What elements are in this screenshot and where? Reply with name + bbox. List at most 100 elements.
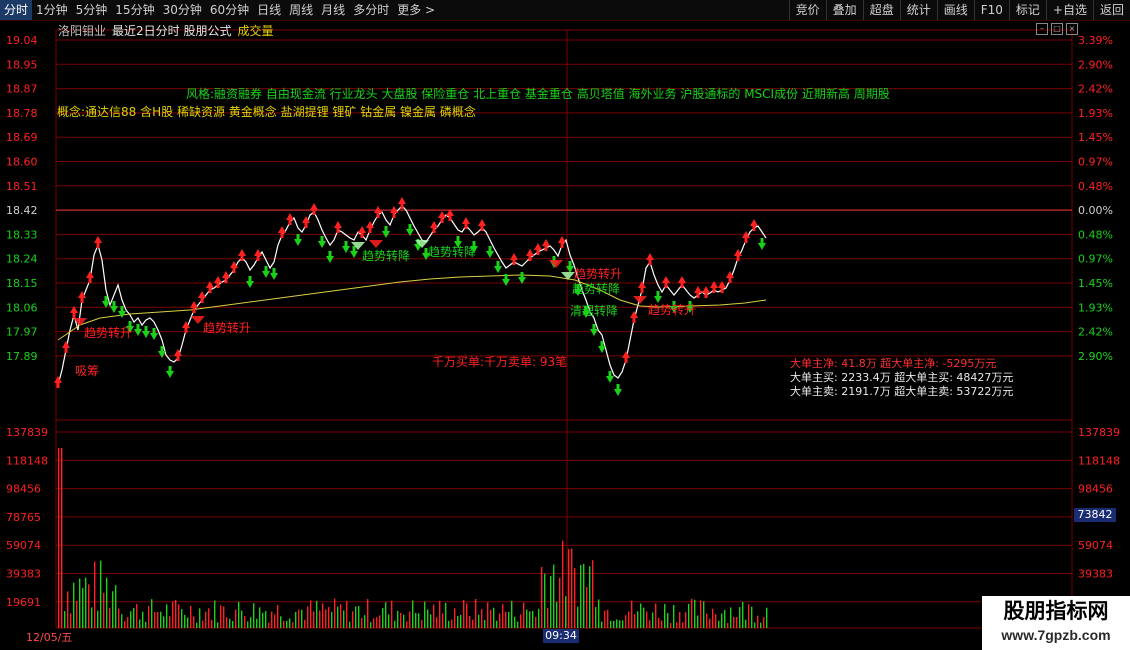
volume-bar (523, 602, 525, 628)
volume-bar (499, 613, 501, 628)
volume-tick-label: 19691 (6, 596, 41, 609)
maximize-icon[interactable]: □ (1051, 23, 1063, 35)
volume-bar (601, 621, 603, 628)
volume-bar (724, 610, 726, 628)
volume-bar (430, 614, 432, 628)
volume-bar (472, 619, 474, 628)
price-tick-label: 17.97 (6, 326, 38, 339)
volume-bar (127, 617, 129, 628)
concept-tags: 概念:通达信88 含H股 稀缺资源 黄金概念 盐湖提锂 锂矿 钴金属 镍金属 磷… (57, 105, 476, 119)
volume-tick-label-right: 98456 (1078, 483, 1113, 496)
volume-bar (424, 601, 426, 628)
volume-bar (124, 621, 126, 628)
volume-bar (205, 611, 207, 628)
volume-bar (382, 608, 384, 628)
up-arrow-icon (54, 376, 62, 388)
volume-bar (463, 599, 465, 628)
volume-bar (157, 612, 159, 628)
volume-bar (757, 615, 759, 628)
volume-bar (487, 602, 489, 628)
volume-bar (160, 611, 162, 628)
volume-bar (208, 608, 210, 628)
up-arrow-icon (374, 206, 382, 218)
volume-bar (754, 622, 756, 628)
volume-bar (103, 592, 105, 628)
volume-bar (97, 610, 99, 628)
price-tick-label: 18.33 (6, 228, 38, 241)
volume-bar (331, 611, 333, 628)
volume-tick-label: 78765 (6, 511, 41, 524)
volume-bar (175, 599, 177, 628)
down-arrow-icon (166, 366, 174, 378)
volume-bar (733, 616, 735, 628)
volume-bar (748, 604, 750, 628)
volume-bar (718, 620, 720, 628)
volume-bar (394, 620, 396, 628)
volume-bar (64, 611, 66, 628)
volume-bar (106, 577, 108, 628)
volume-bar (277, 605, 279, 628)
volume-bar (313, 611, 315, 628)
volume-bar (238, 601, 240, 628)
up-arrow-icon (462, 217, 470, 229)
volume-bar (685, 612, 687, 628)
volume-bar (568, 549, 570, 628)
volume-label[interactable]: 成交量 (237, 22, 273, 39)
big-order-sell: 大单主卖: 2191.7万 超大单主卖: 53722万元 (790, 385, 1014, 398)
volume-bar (232, 620, 234, 628)
volume-bar (259, 607, 261, 628)
volume-bar (271, 611, 273, 628)
volume-bar (223, 606, 225, 628)
up-arrow-icon (558, 236, 566, 248)
down-arrow-icon (758, 238, 766, 250)
volume-bar (364, 615, 366, 628)
volume-bar (322, 603, 324, 628)
up-arrow-icon (310, 203, 318, 215)
up-arrow-icon (358, 226, 366, 238)
volume-bar (244, 616, 246, 628)
formula-name[interactable]: 最近2日分时 股朋公式 (112, 22, 231, 39)
volume-bar (169, 616, 171, 628)
volume-bar (274, 614, 276, 628)
volume-bar (439, 600, 441, 628)
volume-bar (619, 620, 621, 628)
volume-bar (187, 617, 189, 628)
volume-bar (409, 611, 411, 628)
volume-bar (100, 560, 102, 628)
volume-bar (763, 617, 765, 628)
stock-name[interactable]: 洛阳钼业 (58, 22, 106, 39)
signal-diamond-icon (633, 296, 647, 304)
down-arrow-icon (342, 241, 350, 253)
volume-bar (652, 612, 654, 628)
down-arrow-icon (494, 261, 502, 273)
down-arrow-icon (654, 291, 662, 303)
volume-bar (730, 607, 732, 628)
close-icon[interactable]: × (1066, 23, 1078, 35)
volume-bar (202, 620, 204, 628)
volume-bar (217, 622, 219, 628)
volume-bar (427, 609, 429, 628)
down-arrow-icon (294, 234, 302, 246)
volume-bar (220, 605, 222, 628)
up-arrow-icon (190, 301, 198, 313)
trend-up-label: 趋势转升 (574, 266, 622, 281)
percent-tick-label: 1.45% (1078, 277, 1113, 290)
volume-bar (679, 611, 681, 628)
volume-bar (358, 606, 360, 628)
volume-bar (604, 610, 606, 628)
volume-bar (559, 577, 561, 628)
volume-bar (760, 622, 762, 628)
up-arrow-icon (662, 276, 670, 288)
up-arrow-icon (278, 226, 286, 238)
volume-bar (289, 618, 291, 628)
minimize-icon[interactable]: – (1036, 23, 1048, 35)
volume-bar (190, 605, 192, 628)
price-tick-label: 18.78 (6, 107, 38, 120)
volume-bar (529, 611, 531, 628)
volume-bar (628, 611, 630, 628)
trend-up-label: 趋势转升 (203, 320, 251, 335)
volume-bar (667, 613, 669, 628)
up-arrow-icon (86, 271, 94, 283)
down-arrow-icon (270, 268, 278, 280)
volume-bar (136, 604, 138, 628)
